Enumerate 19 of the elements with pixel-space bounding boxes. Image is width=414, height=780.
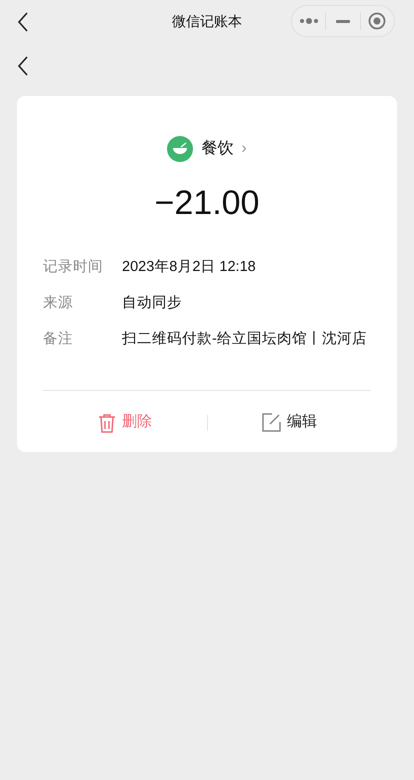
detail-value: 扫二维码付款-给立国坛肉馆丨沈河店 [122, 330, 367, 348]
detail-label: 来源 [43, 294, 74, 313]
capsule-menu[interactable] [291, 5, 395, 37]
bowl-icon [167, 136, 194, 162]
category-label[interactable]: 餐饮 [201, 137, 234, 161]
trash-icon [98, 412, 116, 432]
minimize-icon[interactable] [336, 20, 350, 22]
back-icon[interactable] [17, 12, 29, 32]
detail-label: 备注 [43, 330, 74, 348]
window-title: 微信记账本 [171, 12, 243, 31]
detail-value: 2023年8月2日 12:18 [122, 258, 256, 277]
amount: −21.00 [154, 183, 260, 224]
close-icon[interactable] [368, 12, 386, 30]
edit-button[interactable]: 编辑 [262, 411, 317, 434]
more-icon[interactable] [298, 18, 319, 24]
back-icon[interactable] [17, 56, 29, 76]
detail-value: 自动同步 [122, 294, 182, 313]
edit-icon [262, 413, 281, 432]
detail-label: 记录时间 [43, 258, 104, 277]
